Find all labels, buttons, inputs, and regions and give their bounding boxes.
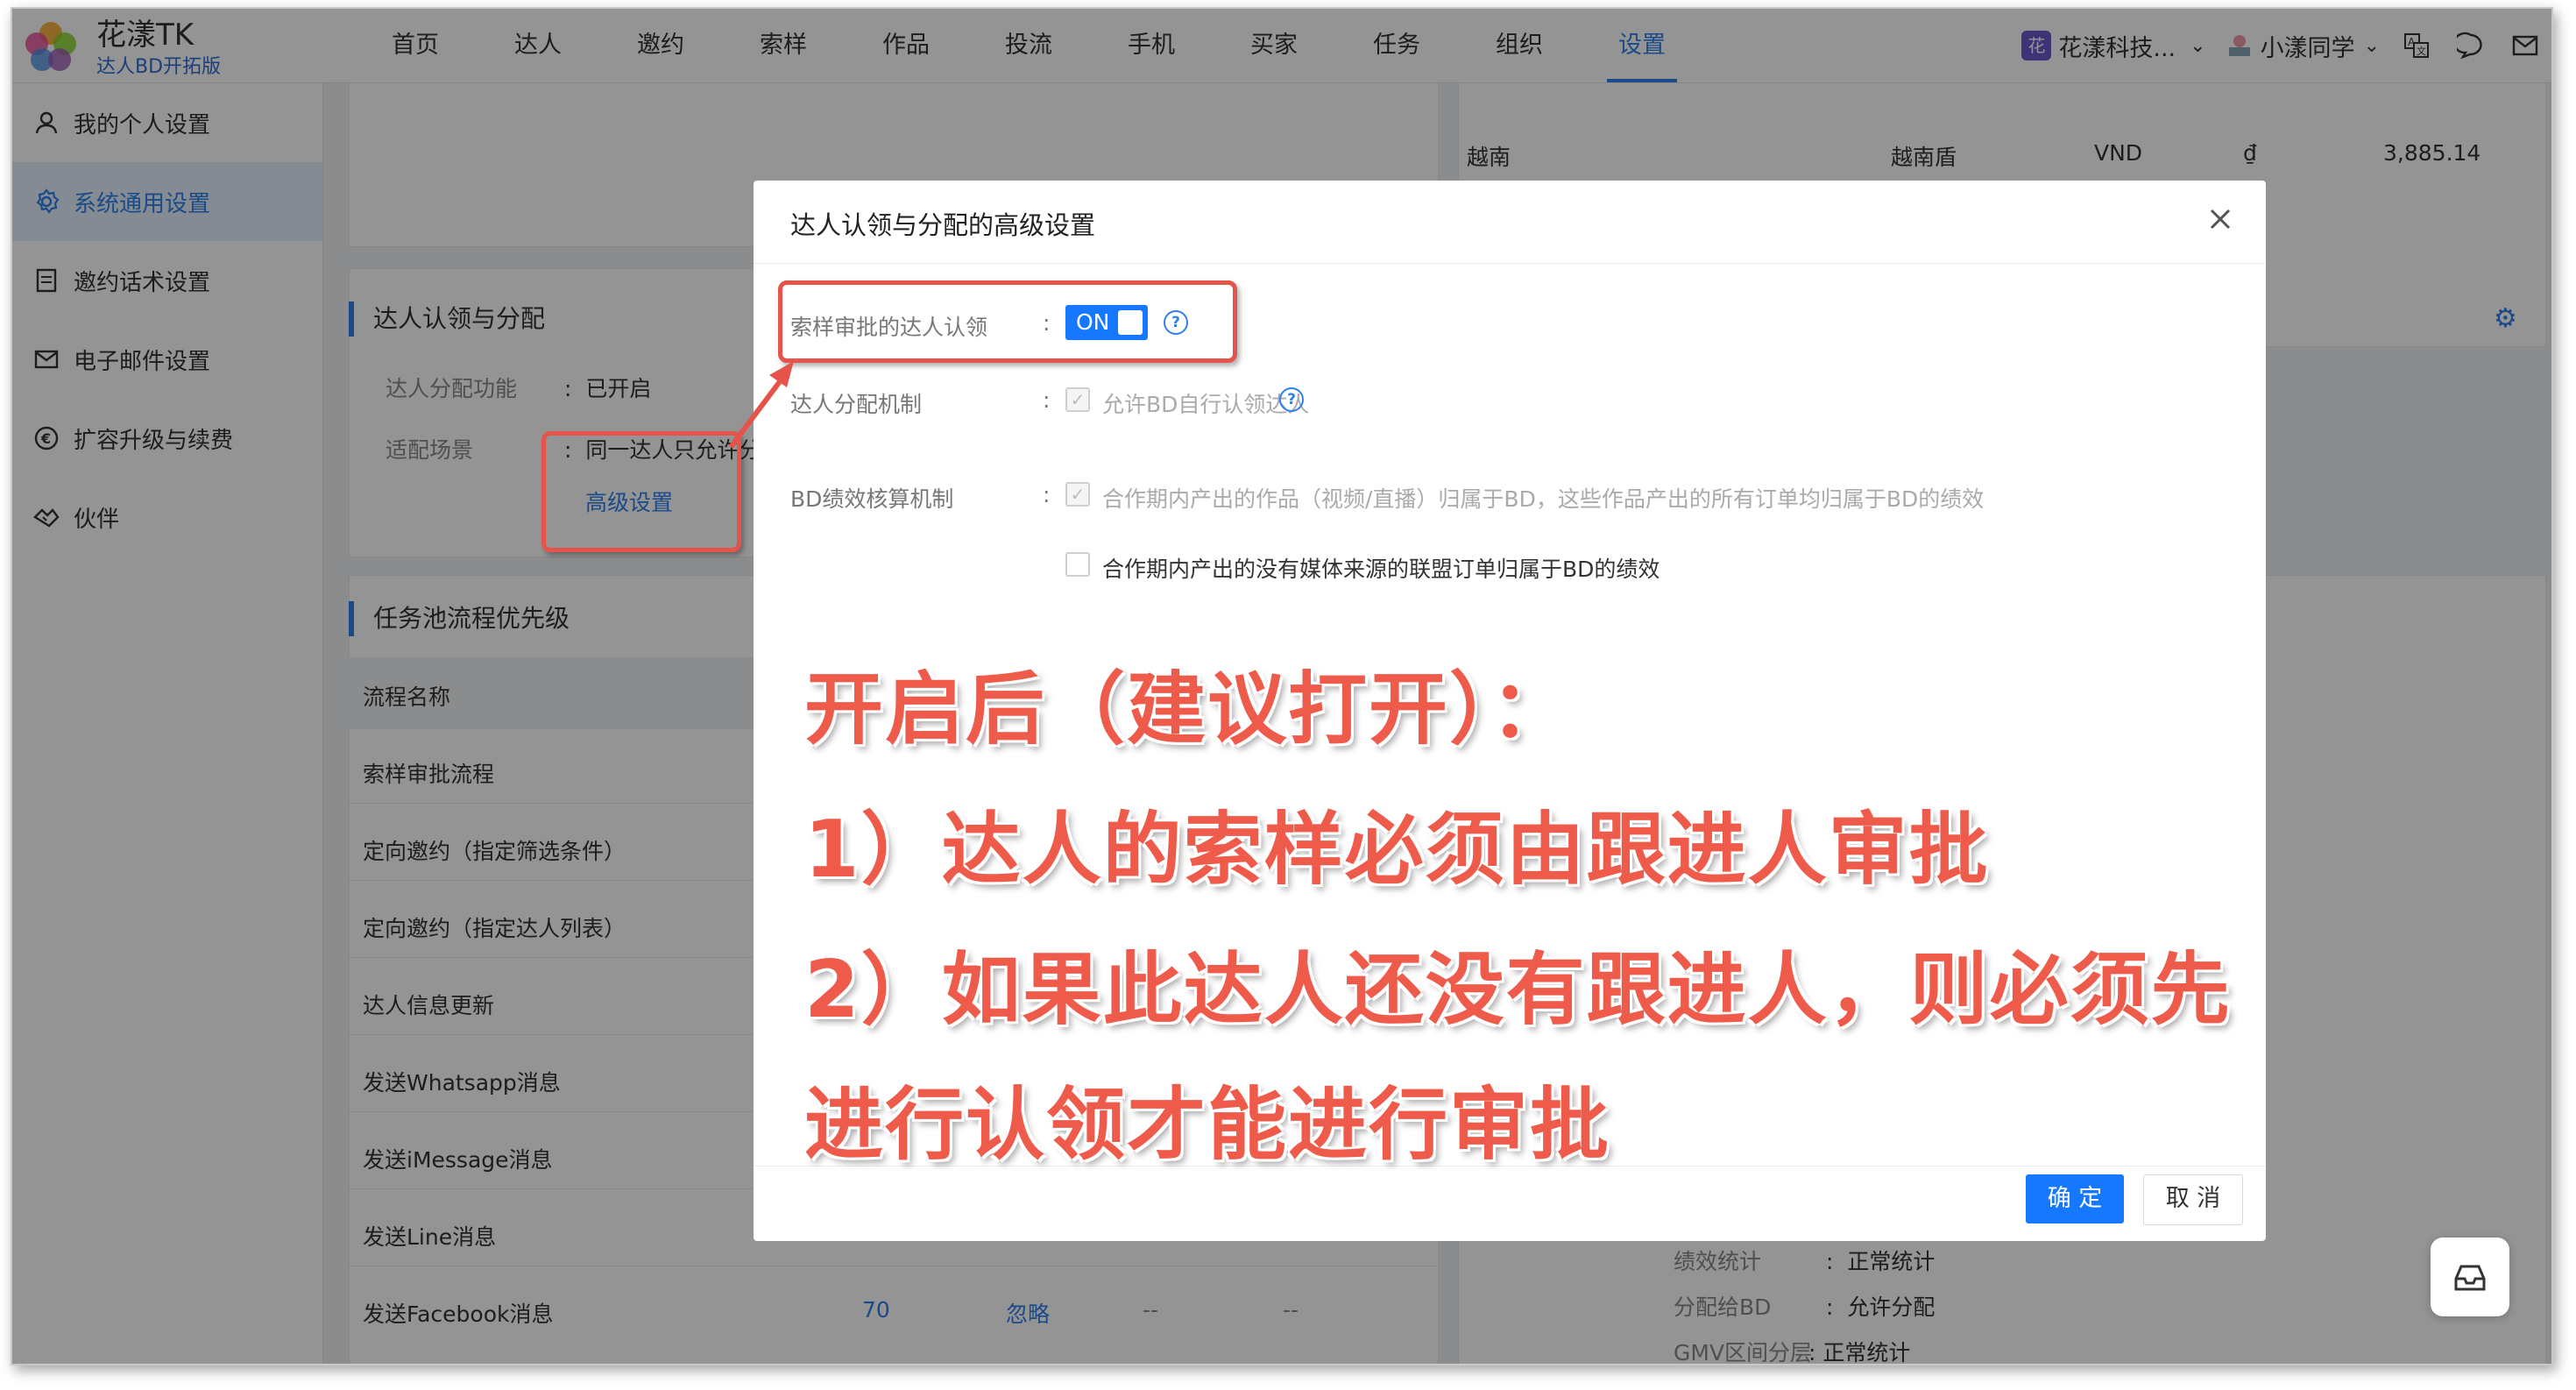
inbox-icon (2454, 1265, 2486, 1291)
inbox-float-button[interactable] (2431, 1238, 2509, 1316)
annotation-line-1: 开启后（建议打开）： (804, 663, 1571, 755)
confirm-button[interactable]: 确 定 (2026, 1174, 2124, 1223)
annotation-line-3: 2）如果此达人还没有跟进人，则必须先 (804, 944, 2232, 1036)
app-window: 花漾TK 达人BD开拓版 首页 达人 邀约 索样 作品 投流 手机 买家 任务 … (11, 7, 2553, 1365)
annotation-line-2: 1）达人的索样必须由跟进人审批 (804, 804, 1990, 896)
annotation-line-4: 进行认领才能进行审批 (804, 1079, 1610, 1171)
cancel-button[interactable]: 取 消 (2143, 1174, 2243, 1225)
